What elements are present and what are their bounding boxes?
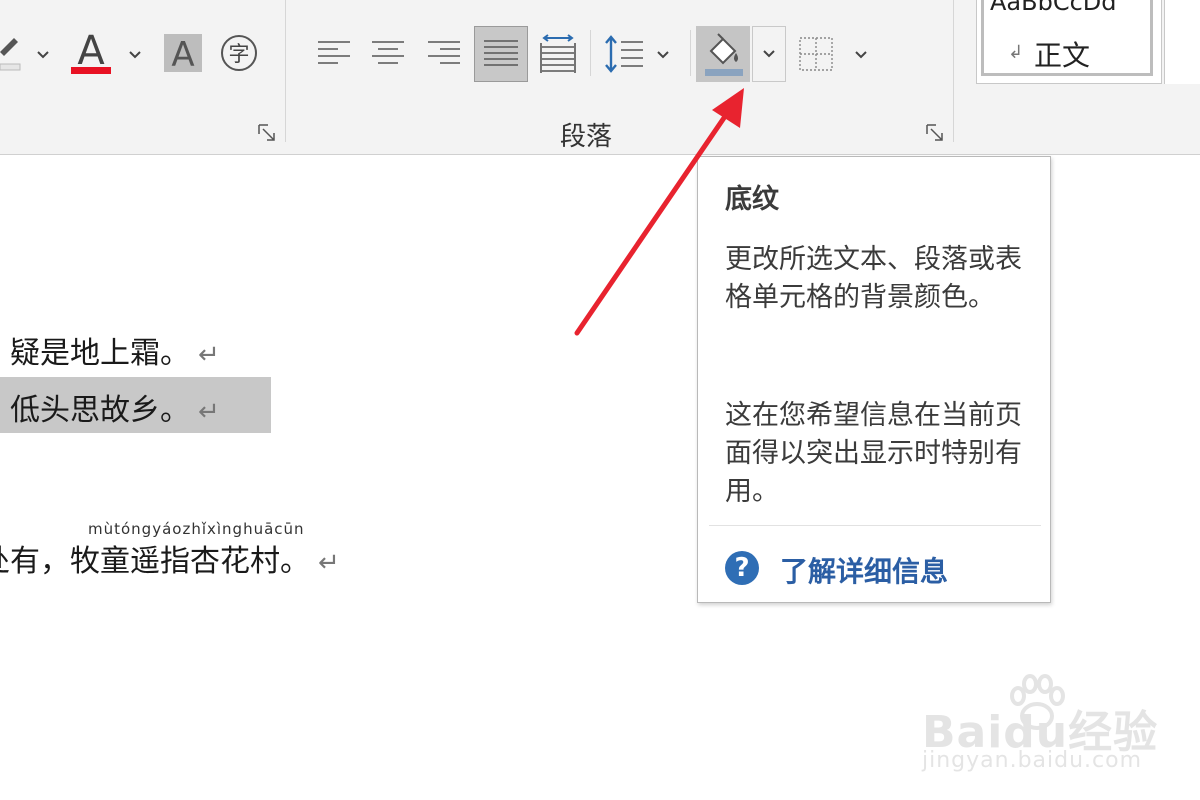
watermark: Baidu经验 jingyan.baidu.com xyxy=(918,670,1157,790)
watermark-subtext: jingyan.baidu.com xyxy=(922,748,1143,773)
